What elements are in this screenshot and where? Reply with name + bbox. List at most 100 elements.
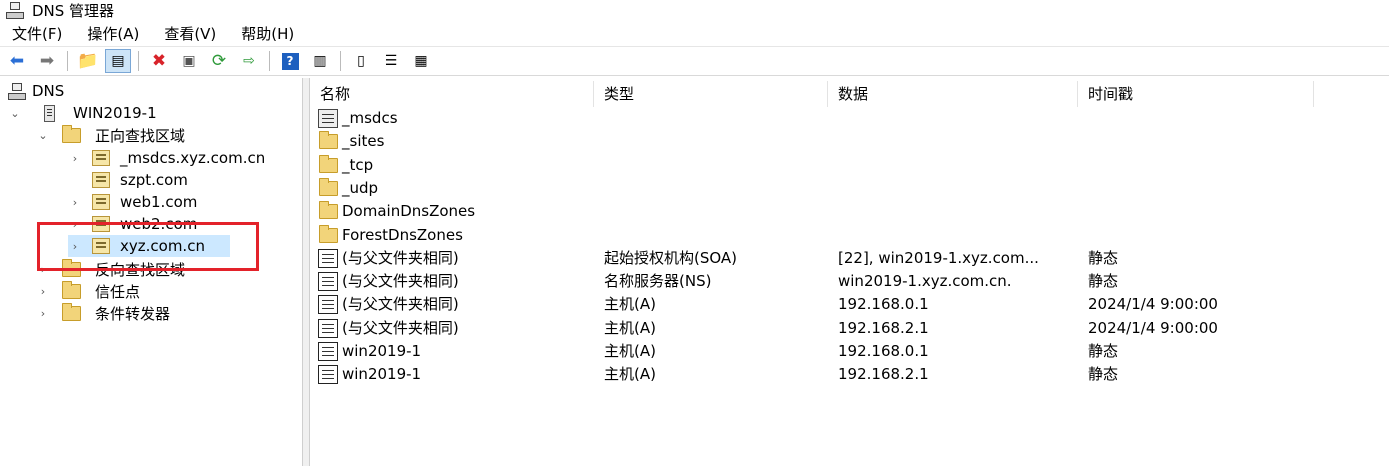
pane-splitter[interactable] [302, 78, 310, 466]
chevron-right-icon[interactable]: › [36, 307, 50, 320]
cell-name: win2019-1 [318, 340, 590, 363]
action-pane-icon[interactable]: ▥ [307, 49, 333, 73]
record-icon [318, 342, 338, 361]
column-header-data[interactable]: 数据 [828, 81, 1078, 107]
cell-type: 起始授权机构(SOA) [604, 248, 738, 267]
chevron-down-icon[interactable]: ⌄ [8, 107, 22, 120]
column-header-name[interactable]: 名称 [310, 81, 594, 107]
zone-icon [92, 194, 110, 210]
chevron-right-icon[interactable]: › [68, 240, 82, 253]
list-row[interactable]: (与父文件夹相同) 起始授权机构(SOA) [22], win2019-1.xyz.… [310, 247, 1389, 270]
record-name: win2019-1 [342, 365, 422, 384]
list-row[interactable]: _udp [310, 177, 1389, 200]
column-header-timestamp[interactable]: 时间戳 [1078, 81, 1314, 107]
back-icon[interactable]: ⬅ [4, 49, 30, 73]
cell-timestamp [1088, 107, 1308, 130]
cell-type: 名称服务器(NS) [604, 272, 712, 291]
tree-label: DNS [32, 82, 65, 100]
tree-label: xyz.com.cn [120, 237, 205, 255]
detail-icon[interactable]: ▦ [408, 49, 434, 73]
list-row[interactable]: (与父文件夹相同) 主机(A) 192.168.0.1 2024/1/4 9:00:0… [310, 293, 1389, 316]
folder-icon [319, 154, 338, 173]
list-row[interactable]: (与父文件夹相同) 名称服务器(NS) win2019-1.xyz.com.cn. 静… [310, 270, 1389, 293]
menu-view[interactable]: 查看(V) [164, 23, 216, 44]
list-row[interactable]: _tcp [310, 154, 1389, 177]
record-name: (与父文件夹相同) [342, 272, 459, 291]
list-icon[interactable]: ☰ [378, 49, 404, 73]
record-name: DomainDnsZones [342, 202, 476, 221]
record-name: win2019-1 [342, 342, 422, 360]
cell-name: win2019-1 [318, 363, 590, 386]
tree-node-zone-msdcs[interactable]: › _msdcs.xyz.com.cn [68, 147, 265, 169]
tree-node-zone-web2[interactable]: › web2.com [68, 213, 198, 235]
properties-icon[interactable]: ▣ [176, 49, 202, 73]
cell-timestamp [1088, 200, 1308, 223]
cell-type: 主机(A) [604, 342, 656, 360]
chevron-right-icon[interactable]: › [36, 285, 50, 298]
zone-icon [92, 216, 110, 232]
cell-timestamp [1088, 130, 1308, 153]
delete-icon[interactable]: ✖ [146, 49, 172, 73]
record-icon [318, 272, 338, 292]
chevron-down-icon[interactable]: ⌄ [36, 129, 50, 142]
column-header-type[interactable]: 类型 [594, 81, 828, 107]
list-row[interactable]: _sites [310, 130, 1389, 153]
chevron-right-icon[interactable]: › [68, 196, 82, 209]
zone-icon [92, 172, 110, 188]
cell-type [604, 224, 828, 247]
chevron-right-icon[interactable]: › [36, 263, 50, 276]
tree-label: 正向查找区域 [95, 126, 186, 145]
menu-bar: 文件(F) 操作(A) 查看(V) 帮助(H) [0, 21, 1389, 45]
help-icon[interactable]: ? [277, 49, 303, 73]
up-folder-icon[interactable]: 📁 [75, 49, 101, 73]
tree-node-zone-szpt[interactable]: szpt.com [68, 169, 188, 191]
tree-node-forward-zones[interactable]: ⌄ 正向查找区域 [36, 124, 185, 146]
record-name: _msdcs [342, 109, 398, 127]
tree-node-dns[interactable]: DNS [8, 80, 64, 102]
cell-data: win2019-1.xyz.com.cn. [838, 272, 1012, 291]
cell-type: 主机(A) [604, 318, 656, 337]
tree-node-zone-web1[interactable]: › web1.com [68, 191, 198, 213]
cell-name: _msdcs [318, 107, 590, 130]
server-icon[interactable]: ▯ [348, 49, 374, 73]
folder-icon [62, 124, 81, 143]
forward-icon[interactable]: ➡ [34, 49, 60, 73]
cell-name: _udp [318, 177, 590, 200]
cell-data [838, 177, 1070, 200]
cell-type [604, 177, 828, 200]
cell-data [838, 130, 1070, 153]
list-row[interactable]: ForestDnsZones [310, 224, 1389, 247]
refresh-icon[interactable]: ⟳ [206, 49, 232, 73]
list-row[interactable]: _msdcs [310, 107, 1389, 130]
chevron-right-icon[interactable]: › [68, 218, 82, 231]
list-row[interactable]: win2019-1 主机(A) 192.168.2.1 静态 [310, 363, 1389, 386]
menu-help[interactable]: 帮助(H) [241, 23, 294, 44]
tree-node-trust-points[interactable]: › 信任点 [36, 280, 140, 302]
cell-name: (与父文件夹相同) [318, 247, 590, 270]
toolbar-separator [138, 51, 139, 71]
menu-action[interactable]: 操作(A) [87, 23, 139, 44]
tree-node-reverse-zones[interactable]: › 反向查找区域 [36, 258, 185, 280]
cell-data [838, 154, 1070, 177]
export-list-icon[interactable]: ⇨ [236, 49, 262, 73]
delegation-icon [318, 109, 338, 128]
list-header: 名称 类型 数据 时间戳 [310, 81, 1389, 107]
cell-timestamp: 静态 [1088, 272, 1119, 291]
cell-type: 主机(A) [604, 295, 656, 314]
menu-file[interactable]: 文件(F) [12, 23, 62, 44]
records-list: 名称 类型 数据 时间戳 _msdcs _sites _tcp _udp DomainD… [310, 78, 1389, 466]
tree-node-conditional-forwarders[interactable]: › 条件转发器 [36, 302, 170, 324]
chevron-right-icon[interactable]: › [68, 152, 82, 165]
list-row[interactable]: win2019-1 主机(A) 192.168.0.1 静态 [310, 340, 1389, 363]
folder-icon [62, 302, 81, 321]
cell-timestamp: 2024/1/4 9:00:00 [1088, 318, 1218, 337]
tree-node-zone-xyz[interactable]: › xyz.com.cn [68, 235, 230, 257]
tree-label: 反向查找区域 [95, 260, 186, 279]
record-name: (与父文件夹相同) [342, 295, 459, 314]
tree-label: 信任点 [95, 282, 141, 301]
tree-node-server[interactable]: ⌄ WIN2019-1 [8, 102, 156, 124]
show-hide-console-tree-icon[interactable]: ▤ [105, 49, 131, 73]
cell-data: 192.168.0.1 [838, 295, 929, 314]
list-row[interactable]: (与父文件夹相同) 主机(A) 192.168.2.1 2024/1/4 9:00:0… [310, 317, 1389, 340]
list-row[interactable]: DomainDnsZones [310, 200, 1389, 223]
